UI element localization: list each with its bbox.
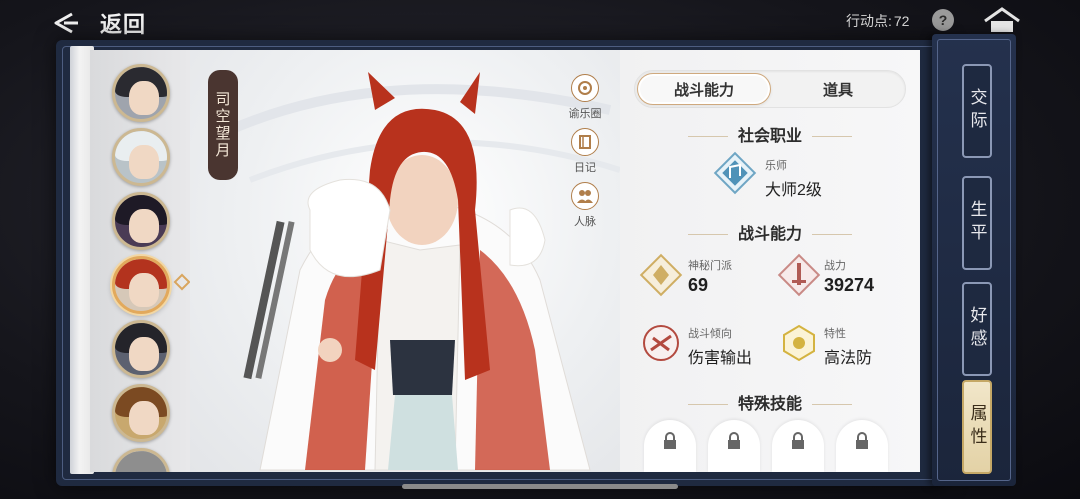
avatar-face [129, 81, 159, 115]
combat-tendency-icon [643, 325, 679, 361]
lock-icon [856, 432, 868, 449]
side-tab-biography[interactable]: 生平 [962, 176, 992, 270]
avatar-character-3[interactable] [112, 192, 170, 250]
action-points-value: 72 [893, 13, 910, 29]
sect-label: 神秘门派 [688, 260, 732, 272]
side-tab-label: 交际 [966, 88, 987, 134]
career-type: 乐师 [765, 160, 787, 172]
side-tab-label: 属性 [966, 404, 987, 450]
back-arrow-icon [54, 12, 78, 34]
diary-icon [571, 128, 599, 156]
character-illustration [227, 72, 620, 471]
sect-value: 69 [688, 275, 709, 295]
musician-badge-icon [713, 151, 757, 195]
tab-items[interactable]: 道具 [771, 73, 905, 105]
trait-value: 高法防 [824, 350, 873, 367]
power-icon [777, 253, 821, 297]
lock-icon [728, 432, 740, 449]
career-section-title: 社会职业 [620, 122, 920, 146]
side-tab-affection[interactable]: 好感 [962, 282, 992, 376]
tendency-value: 伤害输出 [688, 350, 753, 367]
avatar-face [129, 209, 159, 243]
avatar-character-2[interactable] [112, 128, 170, 186]
side-tab-panel: 交际 生平 好感 属性 [932, 34, 1016, 486]
quick-link-diary[interactable]: 日记 [560, 128, 610, 175]
side-tab-label: 生平 [966, 200, 987, 246]
character-page: 司空望月 谕乐圈 日记 人脉 战斗能力 道具 社会职业 乐师 大师2级 战斗能力… [90, 50, 920, 472]
side-tab-social[interactable]: 交际 [962, 64, 992, 158]
help-icon: ? [938, 12, 948, 28]
quick-link-label: 人脉 [574, 216, 596, 228]
avatar-hair [115, 451, 167, 472]
action-points-label: 行动点: [846, 13, 892, 29]
trait-icon [783, 324, 815, 362]
character-portrait [190, 50, 620, 472]
home-icon[interactable] [982, 6, 1022, 34]
avatar-character-4-selected[interactable] [112, 256, 170, 314]
lock-icon [664, 432, 676, 449]
character-name-seal: 司空望月 [208, 70, 238, 180]
action-points: 行动点: 72 [846, 10, 909, 32]
quick-link-music-circle[interactable]: 谕乐圈 [560, 74, 610, 121]
tendency-label: 战斗倾向 [688, 328, 732, 340]
back-label: 返回 [100, 12, 147, 37]
avatar-character-5[interactable] [112, 320, 170, 378]
avatar-face [129, 273, 159, 307]
side-tab-attributes[interactable]: 属性 [962, 380, 992, 474]
side-tab-label: 好感 [966, 306, 987, 352]
lock-icon [792, 432, 804, 449]
avatar-face [129, 145, 159, 179]
power-label: 战力 [824, 260, 846, 272]
back-button[interactable]: 返回 [50, 6, 170, 40]
home-indicator [402, 484, 678, 489]
tab-combat-ability[interactable]: 战斗能力 [637, 73, 771, 105]
trait-label: 特性 [824, 328, 846, 340]
avatar-face [129, 337, 159, 371]
combat-section-title: 战斗能力 [620, 220, 920, 244]
avatar-character-6[interactable] [112, 384, 170, 442]
skills-section-title: 特殊技能 [620, 390, 920, 414]
skill-slot-locked[interactable] [708, 420, 760, 472]
skill-slot-locked[interactable] [644, 420, 696, 472]
stats-panel: 战斗能力 道具 社会职业 乐师 大师2级 战斗能力 神秘门派 69 战力 392… [620, 50, 920, 472]
panel-tabs: 战斗能力 道具 [634, 70, 906, 108]
avatar-face [129, 401, 159, 435]
quick-link-label: 日记 [574, 162, 596, 174]
skill-slot-locked[interactable] [772, 420, 824, 472]
power-value: 39274 [824, 275, 875, 295]
contacts-icon [571, 182, 599, 210]
avatar-character-1[interactable] [112, 64, 170, 122]
skill-slot-locked[interactable] [836, 420, 888, 472]
sect-icon [639, 253, 683, 297]
quick-link-label: 谕乐圈 [568, 108, 602, 120]
top-bar: 返回 行动点: 72 ? [0, 0, 1080, 44]
career-level: 大师2级 [765, 182, 822, 199]
music-circle-icon [571, 74, 599, 102]
character-name: 司空望月 [213, 91, 232, 159]
quick-link-contacts[interactable]: 人脉 [560, 182, 610, 229]
help-button[interactable]: ? [932, 9, 954, 31]
